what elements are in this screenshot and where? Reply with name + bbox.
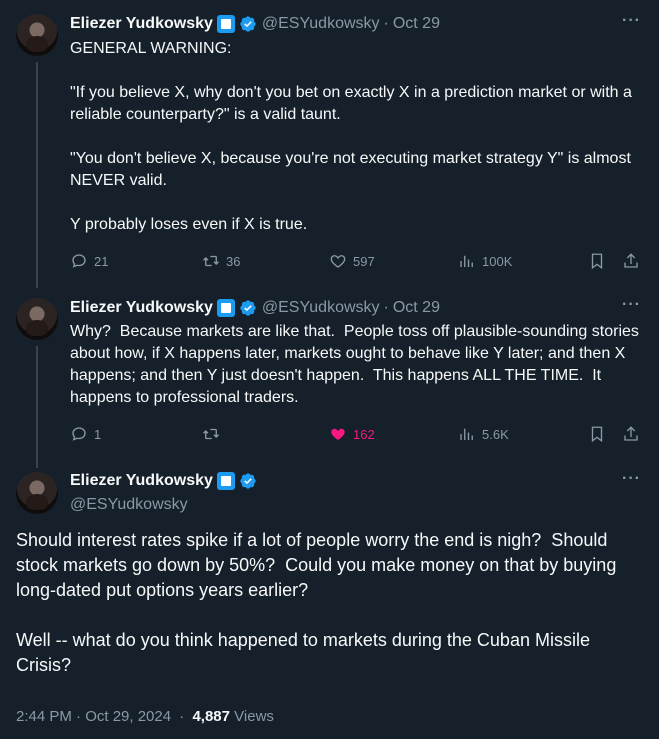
repost-button[interactable]	[202, 424, 220, 444]
repost-icon	[203, 255, 219, 267]
separator-dot: ·	[179, 708, 185, 725]
reply-button[interactable]: 21	[70, 251, 108, 271]
reply-count: 1	[94, 426, 102, 442]
reply-count: 21	[94, 253, 109, 269]
bookmark-button[interactable]	[588, 251, 606, 271]
share-button[interactable]	[622, 251, 640, 271]
author-name[interactable]: Eliezer Yudkowsky	[70, 15, 213, 33]
separator-dot: ·	[383, 15, 389, 32]
tweet-header: Eliezer Yudkowsky	[70, 472, 257, 490]
reply-icon	[72, 254, 86, 268]
author-handle[interactable]: @ESYudkowsky	[70, 496, 188, 514]
repost-icon	[203, 428, 219, 440]
liked-heart-icon	[331, 428, 345, 440]
like-button[interactable]: 597	[329, 251, 375, 271]
tweet-header: Eliezer Yudkowsky @ESYudkowsky · Oct 29	[70, 298, 440, 318]
thread-line	[36, 62, 38, 288]
more-options-icon[interactable]: ···	[622, 296, 641, 314]
tweet-header: Eliezer Yudkowsky @ESYudkowsky · Oct 29	[70, 14, 440, 34]
bookmark-button[interactable]	[588, 424, 606, 444]
bookmark-icon	[591, 253, 603, 270]
views-count: 4,887	[192, 708, 230, 725]
views-button[interactable]: 5.6K	[458, 424, 509, 444]
avatar[interactable]	[16, 472, 58, 514]
like-button[interactable]: 162	[329, 424, 375, 444]
views-button[interactable]: 100K	[458, 251, 512, 271]
affiliate-badge-icon	[216, 472, 235, 490]
tweet-date[interactable]: Oct 29	[393, 15, 440, 33]
avatar[interactable]	[16, 298, 58, 340]
like-icon	[330, 255, 346, 268]
tweet-date[interactable]: Oct 29	[393, 299, 440, 317]
author-name[interactable]: Eliezer Yudkowsky	[70, 299, 213, 317]
bookmark-icon	[591, 426, 603, 443]
tweet-actions: 1 162 5.6K	[70, 424, 642, 444]
main-tweet-text: Should interest rates spike if a lot of …	[16, 530, 617, 675]
reply-icon	[72, 427, 86, 441]
author-handle[interactable]: @ESYudkowsky	[262, 15, 380, 33]
views-label: Views	[234, 708, 274, 725]
tweet-timestamp[interactable]: 2:44 PM · Oct 29, 2024	[16, 708, 171, 725]
views-count: 100K	[482, 253, 513, 269]
views-count: 5.6K	[482, 426, 509, 442]
thread-line	[36, 346, 38, 468]
separator-dot: ·	[383, 299, 389, 316]
avatar[interactable]	[16, 14, 58, 56]
author-name[interactable]: Eliezer Yudkowsky	[70, 472, 213, 490]
more-options-icon[interactable]: ···	[622, 470, 641, 488]
share-icon	[624, 253, 638, 268]
views-icon	[460, 255, 473, 267]
author-handle[interactable]: @ESYudkowsky	[262, 299, 380, 317]
share-button[interactable]	[622, 424, 640, 444]
verified-badge-icon	[240, 473, 256, 489]
repost-button[interactable]: 36	[202, 251, 240, 271]
reply-button[interactable]: 1	[70, 424, 101, 444]
tweet-1[interactable]: Eliezer Yudkowsky @ESYudkowsky · Oct 29 …	[0, 0, 659, 288]
verified-badge-icon	[240, 16, 256, 32]
like-count: 597	[353, 253, 375, 269]
more-options-icon[interactable]: ···	[622, 12, 641, 30]
tweet-meta: 2:44 PM · Oct 29, 2024 · 4,887 Views	[16, 708, 274, 725]
tweet-text: Why? Because markets are like that. Peop…	[70, 323, 644, 406]
tweet-text: GENERAL WARNING: "If you believe X, why …	[70, 40, 632, 233]
affiliate-badge-icon	[216, 299, 235, 317]
affiliate-badge-icon	[216, 15, 235, 33]
repost-count: 36	[226, 253, 241, 269]
tweet-actions: 21 36 597 100K	[70, 251, 642, 271]
share-icon	[624, 426, 638, 441]
tweet-2[interactable]: Eliezer Yudkowsky @ESYudkowsky · Oct 29 …	[0, 288, 659, 468]
verified-badge-icon	[240, 300, 256, 316]
views-icon	[460, 428, 473, 440]
like-count: 162	[353, 426, 375, 442]
